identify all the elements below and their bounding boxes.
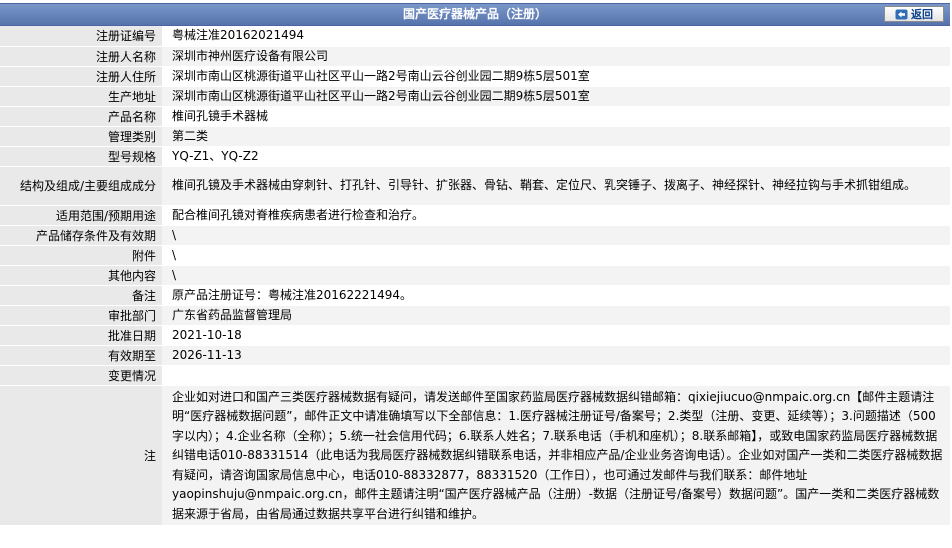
field-label: 生产地址	[0, 86, 162, 107]
field-label: 结构及组成/主要组成成分	[0, 166, 162, 206]
table-row: 结构及组成/主要组成成分 椎间孔镜及手术器械由穿刺针、打孔针、引导针、扩张器、骨钻…	[0, 166, 950, 206]
registration-detail-table: 注册证编号 粤械注准20162021494 注册人名称 深圳市神州医疗设备有限公司 注册…	[0, 26, 950, 526]
field-label: 注册人名称	[0, 46, 162, 67]
field-value: 2021-10-18	[162, 325, 950, 346]
back-arrow-icon	[895, 9, 908, 19]
table-row: 其他内容 \	[0, 265, 950, 286]
field-value: 配合椎间孔镜对脊椎疾病患者进行检查和治疗。	[162, 205, 950, 226]
field-value: 原产品注册证号：粤械注准20162221494。	[162, 285, 950, 306]
field-value: 广东省药品监督管理局	[162, 305, 950, 326]
field-label: 变更情况	[0, 365, 162, 386]
field-value	[162, 365, 950, 386]
field-value: \	[162, 265, 950, 286]
field-value: YQ-Z1、YQ-Z2	[162, 146, 950, 167]
table-row: 产品名称 椎间孔镜手术器械	[0, 106, 950, 127]
note-text: 企业如对进口和国产三类医疗器械数据有疑问，请发送邮件至国家药监局医疗器械数据纠错…	[162, 385, 950, 526]
note-row: 注企业如对进口和国产三类医疗器械数据有疑问，请发送邮件至国家药监局医疗器械数据纠…	[0, 385, 950, 526]
field-label: 审批部门	[0, 305, 162, 326]
field-value: 椎间孔镜手术器械	[162, 106, 950, 127]
back-button-label: 返回	[911, 8, 933, 21]
field-value: 深圳市南山区桃源街道平山社区平山一路2号南山云谷创业园二期9栋5层501室	[162, 86, 950, 107]
table-row: 有效期至 2026-11-13	[0, 345, 950, 366]
field-value: 深圳市南山区桃源街道平山社区平山一路2号南山云谷创业园二期9栋5层501室	[162, 66, 950, 87]
field-label: 批准日期	[0, 325, 162, 346]
table-row: 产品储存条件及有效期 \	[0, 225, 950, 246]
header-bar: 国产医疗器械产品（注册） 返回	[0, 3, 950, 26]
table-row: 注册人住所 深圳市南山区桃源街道平山社区平山一路2号南山云谷创业园二期9栋5层50…	[0, 66, 950, 87]
field-label: 其他内容	[0, 265, 162, 286]
table-row: 型号规格 YQ-Z1、YQ-Z2	[0, 146, 950, 167]
back-button[interactable]: 返回	[884, 6, 944, 22]
page-title: 国产医疗器械产品（注册）	[402, 7, 547, 21]
field-label: 型号规格	[0, 146, 162, 167]
table-row: 附件 \	[0, 245, 950, 266]
table-row: 管理类别 第二类	[0, 126, 950, 147]
field-label: 备注	[0, 285, 162, 306]
field-label: 注册人住所	[0, 66, 162, 87]
field-value: 第二类	[162, 126, 950, 147]
table-row: 变更情况	[0, 365, 950, 386]
field-label: 适用范围/预期用途	[0, 205, 162, 226]
field-label: 附件	[0, 245, 162, 266]
field-value: 2026-11-13	[162, 345, 950, 366]
field-value: \	[162, 245, 950, 266]
note-paragraph: 企业如对进口和国产三类医疗器械数据有疑问，请发送邮件至国家药监局医疗器械数据纠错…	[172, 389, 943, 521]
table-row: 适用范围/预期用途 配合椎间孔镜对脊椎疾病患者进行检查和治疗。	[0, 205, 950, 226]
field-label: 管理类别	[0, 126, 162, 147]
field-value: 椎间孔镜及手术器械由穿刺针、打孔针、引导针、扩张器、骨钻、鞘套、定位尺、乳突锤子…	[162, 166, 950, 206]
table-row: 审批部门 广东省药品监督管理局	[0, 305, 950, 326]
field-label: 产品名称	[0, 106, 162, 127]
note-label: 注	[0, 385, 162, 526]
table-row: 生产地址 深圳市南山区桃源街道平山社区平山一路2号南山云谷创业园二期9栋5层501…	[0, 86, 950, 107]
table-row: 注册证编号 粤械注准20162021494	[0, 26, 950, 47]
field-label: 注册证编号	[0, 26, 162, 47]
table-row: 备注 原产品注册证号：粤械注准20162221494。	[0, 285, 950, 306]
field-label: 有效期至	[0, 345, 162, 366]
field-label: 产品储存条件及有效期	[0, 225, 162, 246]
field-value: 深圳市神州医疗设备有限公司	[162, 46, 950, 67]
page: 国产医疗器械产品（注册） 返回 注册证编号 粤械注准20162021494 注册人名…	[0, 0, 950, 548]
field-value: \	[162, 225, 950, 246]
table-row: 注册人名称 深圳市神州医疗设备有限公司	[0, 46, 950, 67]
field-value: 粤械注准20162021494	[162, 26, 950, 47]
table-row: 批准日期 2021-10-18	[0, 325, 950, 346]
